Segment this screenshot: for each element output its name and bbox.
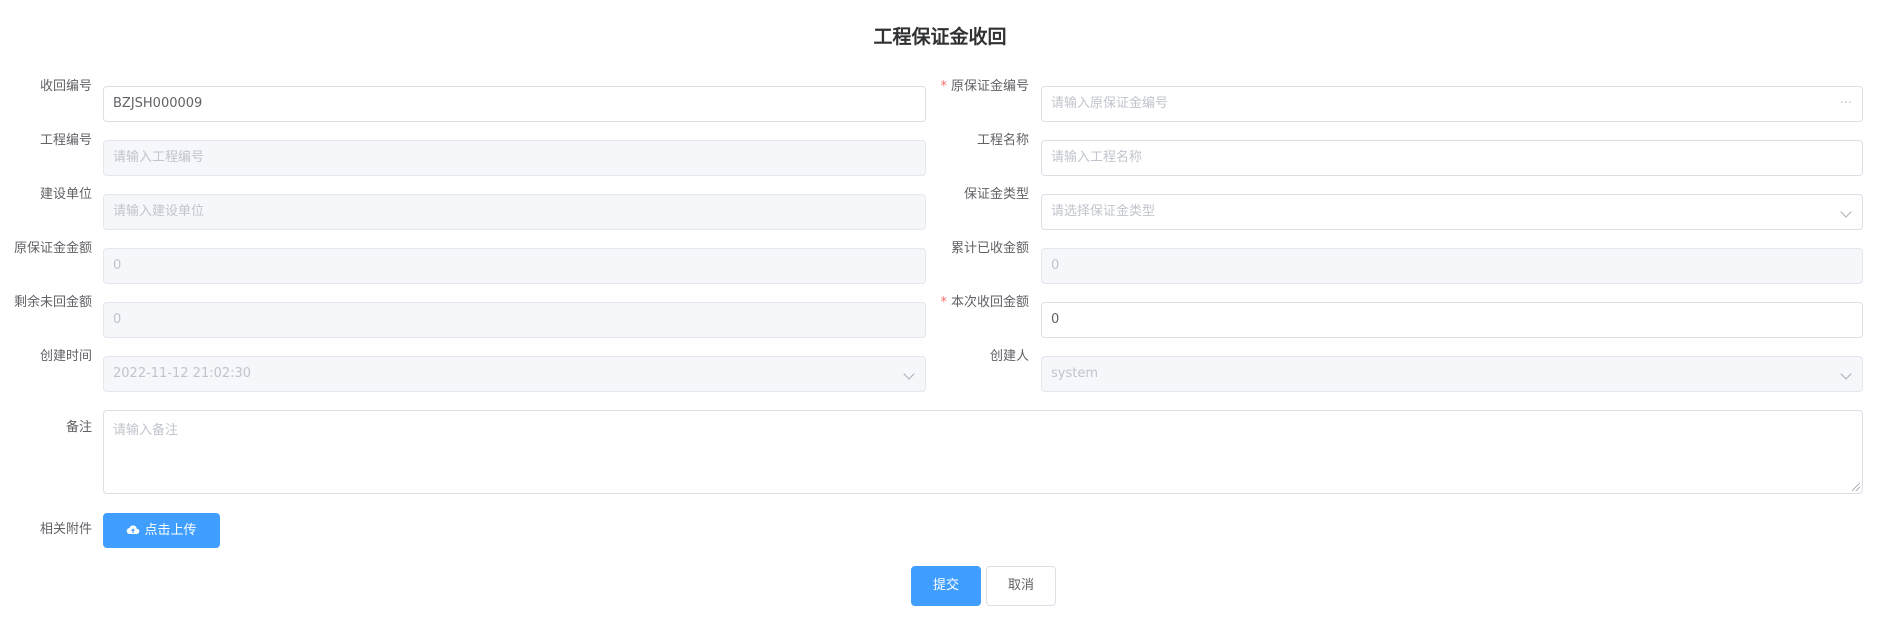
project-name-placeholder: 请输入工程名称 [1051, 150, 1143, 165]
orig-deposit-no-input[interactable]: 请输入原保证金编号 ··· [1041, 86, 1863, 122]
creator-label: 创建人 [989, 349, 1029, 364]
cloud-upload-icon [126, 517, 140, 550]
remaining-label: 剩余未回金额 [13, 295, 92, 310]
project-no-placeholder: 请输入工程编号 [113, 150, 205, 165]
page-title: 工程保证金收回 [873, 26, 1007, 48]
recover-no-value: BZJSH000009 [113, 96, 203, 111]
cumulative-recovered-input: 0 [1041, 248, 1863, 284]
recover-no-input[interactable]: BZJSH000009 [103, 86, 926, 122]
construction-unit-label: 建设单位 [39, 187, 92, 202]
project-name-label: 工程名称 [976, 133, 1029, 148]
construction-unit-placeholder: 请输入建设单位 [113, 204, 205, 219]
current-recover-input[interactable]: 0 [1041, 302, 1863, 338]
upload-button[interactable]: 点击上传 [103, 513, 220, 548]
orig-amount-label: 原保证金金额 [13, 241, 92, 256]
orig-amount-input: 0 [103, 248, 926, 284]
current-recover-label-text: 本次收回金额 [950, 295, 1029, 310]
created-time-value: 2022-11-12 21:02:30 [113, 366, 252, 381]
current-recover-label: * 本次收回金额 [937, 285, 1029, 321]
deposit-type-select[interactable]: 请选择保证金类型 [1041, 194, 1863, 230]
remaining-value: 0 [113, 312, 122, 327]
remark-textarea[interactable]: 请输入备注 [103, 410, 1863, 494]
created-time-picker: 2022-11-12 21:02:30 [103, 356, 926, 392]
orig-deposit-no-placeholder: 请输入原保证金编号 [1051, 96, 1169, 111]
project-no-label: 工程编号 [39, 133, 92, 148]
submit-button[interactable]: 提交 [911, 566, 981, 606]
remark-label: 备注 [65, 420, 92, 435]
cumulative-recovered-label: 累计已收金额 [950, 241, 1029, 256]
project-name-input[interactable]: 请输入工程名称 [1041, 140, 1863, 176]
orig-amount-value: 0 [113, 258, 122, 273]
deposit-type-placeholder: 请选择保证金类型 [1051, 204, 1156, 219]
current-recover-value: 0 [1051, 312, 1060, 327]
upload-button-label: 点击上传 [144, 523, 197, 538]
required-mark: * [940, 79, 947, 94]
orig-deposit-no-label: * 原保证金编号 [937, 69, 1029, 105]
deposit-type-label: 保证金类型 [963, 187, 1029, 202]
cumulative-recovered-value: 0 [1051, 258, 1060, 273]
more-icon[interactable]: ··· [1840, 87, 1852, 121]
remark-placeholder: 请输入备注 [113, 423, 179, 438]
project-no-input: 请输入工程编号 [103, 140, 926, 176]
creator-select: system [1041, 356, 1863, 392]
attachment-label: 相关附件 [39, 522, 92, 537]
created-time-label: 创建时间 [39, 349, 92, 364]
cancel-button[interactable]: 取消 [986, 566, 1056, 606]
construction-unit-input: 请输入建设单位 [103, 194, 926, 230]
required-mark: * [940, 295, 947, 310]
remaining-input: 0 [103, 302, 926, 338]
creator-value: system [1051, 366, 1098, 381]
recover-no-label: 收回编号 [39, 79, 92, 94]
orig-deposit-no-label-text: 原保证金编号 [950, 79, 1029, 94]
resize-handle-icon[interactable] [1852, 483, 1860, 491]
